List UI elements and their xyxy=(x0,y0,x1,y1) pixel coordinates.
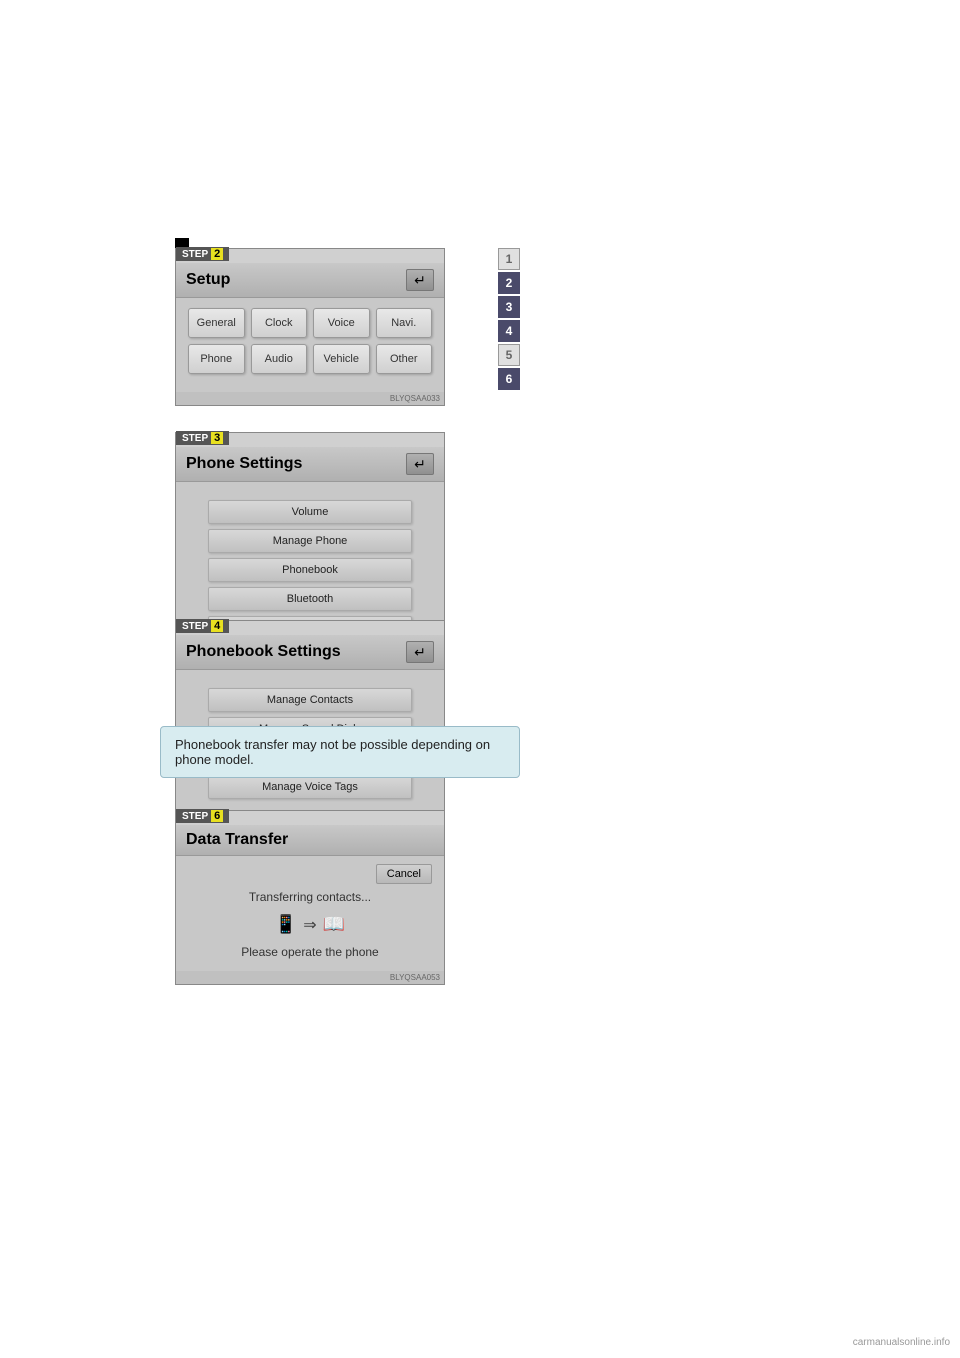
transfer-body: Cancel Transferring contacts... 📱 ⇒ 📖 Pl… xyxy=(176,856,444,971)
nav-num-3: 3 xyxy=(498,296,520,318)
vehicle-button[interactable]: Vehicle xyxy=(313,344,370,374)
step3-num: 3 xyxy=(211,432,223,444)
info-text: Phonebook transfer may not be possible d… xyxy=(175,737,490,767)
step6-label: STEP 6 xyxy=(176,809,229,823)
setup-back-button[interactable]: ↵ xyxy=(406,269,434,291)
bluetooth-button[interactable]: Bluetooth xyxy=(208,587,412,611)
nav-num-2: 2 xyxy=(498,272,520,294)
nav-num-6: 6 xyxy=(498,368,520,390)
other-button[interactable]: Other xyxy=(376,344,433,374)
volume-button[interactable]: Volume xyxy=(208,500,412,524)
nav-num-1: 1 xyxy=(498,248,520,270)
setup-code: BLYQSAA033 xyxy=(176,392,444,405)
nav-num-4: 4 xyxy=(498,320,520,342)
step2-label: STEP 2 xyxy=(176,247,229,261)
phonebook-title: Phonebook Settings xyxy=(186,643,341,661)
navi-button[interactable]: Navi. xyxy=(376,308,433,338)
setup-grid-row1: General Clock Voice Navi. xyxy=(188,308,432,338)
data-header: Data Transfer xyxy=(176,825,444,856)
phonebook-back-button[interactable]: ↵ xyxy=(406,641,434,663)
audio-button[interactable]: Audio xyxy=(251,344,308,374)
right-nav: 1 2 3 4 5 6 xyxy=(498,248,520,390)
page: 1 2 3 4 5 6 STEP 2 Setup ↵ General Clock… xyxy=(0,0,960,1358)
step6-text: STEP xyxy=(182,811,208,822)
transfer-header-row: Cancel xyxy=(188,864,432,884)
screen-data-transfer: STEP 6 Data Transfer Cancel Transferring… xyxy=(175,810,445,985)
data-title: Data Transfer xyxy=(186,831,288,849)
voice-button[interactable]: Voice xyxy=(313,308,370,338)
setup-grid-row2: Phone Audio Vehicle Other xyxy=(188,344,432,374)
clock-button[interactable]: Clock xyxy=(251,308,308,338)
transfer-note: Please operate the phone xyxy=(188,945,432,959)
cancel-button[interactable]: Cancel xyxy=(376,864,432,884)
manage-phone-button[interactable]: Manage Phone xyxy=(208,529,412,553)
setup-body: General Clock Voice Navi. Phone Audio Ve… xyxy=(176,298,444,392)
phonebook-button[interactable]: Phonebook xyxy=(208,558,412,582)
step3-label: STEP 3 xyxy=(176,431,229,445)
book-icon: 📖 xyxy=(323,914,345,935)
nav-num-5: 5 xyxy=(498,344,520,366)
transfer-icons: 📱 ⇒ 📖 xyxy=(188,914,432,935)
phone-icon: 📱 xyxy=(275,914,297,935)
info-box: Phonebook transfer may not be possible d… xyxy=(160,726,520,778)
arrow-icon: ⇒ xyxy=(303,915,316,935)
step6-num: 6 xyxy=(211,810,223,822)
step2-text: STEP xyxy=(182,249,208,260)
transfer-text: Transferring contacts... xyxy=(188,890,432,904)
step4-label: STEP 4 xyxy=(176,619,229,633)
phone-header: Phone Settings ↵ xyxy=(176,447,444,482)
step4-num: 4 xyxy=(211,620,223,632)
phone-title: Phone Settings xyxy=(186,455,302,473)
data-code: BLYQSAA053 xyxy=(176,971,444,984)
phonebook-header: Phonebook Settings ↵ xyxy=(176,635,444,670)
phone-button[interactable]: Phone xyxy=(188,344,245,374)
screen-setup: STEP 2 Setup ↵ General Clock Voice Navi.… xyxy=(175,248,445,406)
general-button[interactable]: General xyxy=(188,308,245,338)
manage-contacts-button[interactable]: Manage Contacts xyxy=(208,688,412,712)
step4-text: STEP xyxy=(182,621,208,632)
phone-back-button[interactable]: ↵ xyxy=(406,453,434,475)
step2-num: 2 xyxy=(211,248,223,260)
watermark: carmanualsonline.info xyxy=(853,1337,950,1348)
manage-voice-tags-button[interactable]: Manage Voice Tags xyxy=(208,775,412,799)
setup-title: Setup xyxy=(186,271,230,289)
setup-header: Setup ↵ xyxy=(176,263,444,298)
step3-text: STEP xyxy=(182,433,208,444)
